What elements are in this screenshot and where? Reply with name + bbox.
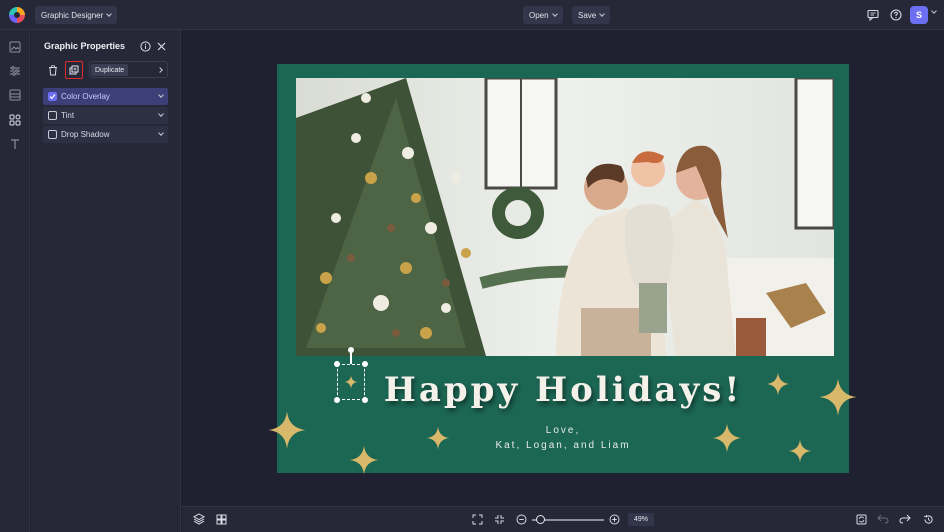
save-button[interactable]: Save (572, 6, 611, 24)
tint-checkbox[interactable] (48, 111, 57, 120)
delete-button[interactable] (44, 61, 62, 79)
comment-icon (867, 9, 879, 21)
family-photo[interactable] (296, 78, 834, 356)
grid-view-button[interactable] (213, 511, 229, 527)
property-label: Drop Shadow (61, 130, 110, 139)
property-label: Tint (61, 111, 75, 120)
drop-shadow-checkbox[interactable] (48, 130, 57, 139)
shrink-icon (494, 514, 504, 524)
panel-title: Graphic Properties (44, 41, 126, 51)
resize-handle-top-right[interactable] (362, 361, 368, 367)
selection-box[interactable] (337, 364, 365, 400)
mode-label: Graphic Designer (41, 10, 104, 20)
zoom-out-button[interactable] (513, 511, 529, 527)
app-logo[interactable] (9, 7, 25, 23)
family-photo-illustration (296, 78, 834, 356)
redo-icon (899, 514, 911, 524)
duplicate-icon (69, 65, 79, 75)
help-icon (890, 9, 902, 21)
rotation-handle[interactable] (348, 347, 354, 353)
zoom-in-icon (609, 514, 619, 524)
avatar[interactable]: S (910, 6, 928, 24)
property-drop-shadow[interactable]: Drop Shadow (43, 126, 168, 143)
names-text[interactable]: Kat, Logan, and Liam (277, 440, 849, 451)
trash-icon (49, 64, 57, 75)
duplicate-tooltip: Duplicate (91, 64, 129, 76)
mode-dropdown[interactable]: Graphic Designer (35, 6, 118, 24)
image-icon[interactable] (7, 39, 23, 55)
check-icon (49, 94, 56, 100)
tool-rail (0, 30, 30, 532)
chevron-down-icon (158, 130, 164, 136)
zoom-out-icon (516, 514, 526, 524)
color-overlay-checkbox[interactable] (48, 92, 57, 101)
chevron-down-icon[interactable] (931, 8, 937, 14)
undo-button[interactable] (875, 511, 891, 527)
chevron-down-icon (158, 111, 164, 117)
save-label: Save (578, 10, 597, 20)
holiday-card-canvas[interactable]: Happy Holidays! Love, Kat, Logan, and Li… (277, 64, 849, 473)
duplicate-button[interactable] (65, 61, 83, 79)
zoom-in-button[interactable] (606, 511, 622, 527)
grid-icon (216, 514, 226, 524)
help-button[interactable] (887, 6, 905, 24)
info-icon (139, 40, 151, 52)
undo-icon (877, 514, 889, 524)
property-tint[interactable]: Tint (43, 107, 168, 124)
layout-icon[interactable] (7, 87, 23, 103)
property-color-overlay[interactable]: Color Overlay (43, 88, 168, 105)
open-label: Open (529, 10, 549, 20)
chevron-down-icon (158, 92, 164, 98)
avatar-initial: S (915, 10, 922, 20)
resize-handle-bottom-right[interactable] (362, 397, 368, 403)
zoom-level[interactable]: 49% (628, 513, 654, 526)
zoom-slider-handle[interactable] (536, 515, 545, 524)
graphics-icon[interactable] (7, 112, 23, 128)
history-button[interactable] (920, 511, 936, 527)
resize-handle-top-left[interactable] (334, 361, 340, 367)
close-panel-button[interactable] (152, 37, 170, 55)
open-button[interactable]: Open (523, 6, 563, 24)
layers-icon (193, 513, 205, 525)
sliders-icon[interactable] (7, 63, 23, 79)
expand-icon (472, 514, 482, 524)
properties-panel: Graphic Properties Duplicate Color Overl… (31, 30, 181, 532)
resize-handle-bottom-left[interactable] (334, 397, 340, 403)
chevron-down-icon (551, 11, 558, 17)
actual-size-button[interactable] (491, 511, 507, 527)
text-icon[interactable] (7, 136, 23, 152)
comments-button[interactable] (864, 6, 882, 24)
sync-button[interactable] (853, 511, 869, 527)
fit-to-screen-button[interactable] (469, 511, 485, 527)
chevron-down-icon (106, 11, 113, 17)
sync-icon (856, 514, 866, 524)
rotation-line (350, 352, 352, 364)
close-icon (157, 42, 165, 50)
layers-button[interactable] (191, 511, 207, 527)
top-bar: Graphic Designer Open Save S (0, 0, 944, 30)
property-label: Color Overlay (61, 92, 110, 101)
history-icon (923, 514, 933, 524)
message-text[interactable]: Love, (277, 425, 849, 436)
chevron-down-icon (599, 11, 606, 17)
redo-button[interactable] (897, 511, 913, 527)
